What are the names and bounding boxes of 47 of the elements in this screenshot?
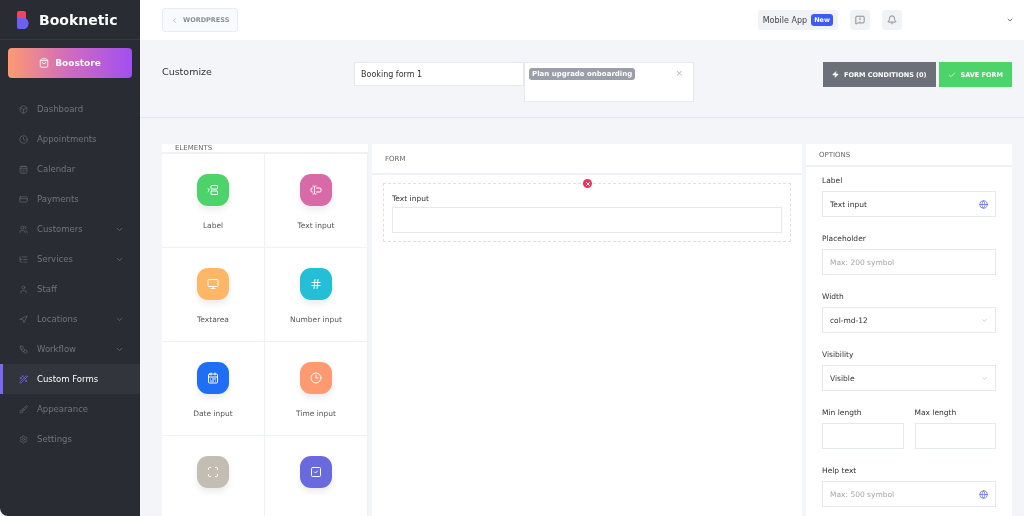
sidebar-item[interactable]: Appearance xyxy=(0,394,140,424)
sidebar-item[interactable]: Dashboard xyxy=(0,94,140,124)
boostore-button[interactable]: Boostore xyxy=(8,48,132,78)
bell-icon xyxy=(887,15,897,25)
users-icon xyxy=(19,224,28,234)
workflow-icon xyxy=(19,344,28,354)
input-field[interactable] xyxy=(392,207,782,233)
input-field[interactable] xyxy=(914,423,996,449)
sidebar-item[interactable]: Services xyxy=(0,244,140,274)
wand-icon xyxy=(19,374,28,384)
tag-remove-button[interactable]: × xyxy=(675,68,683,78)
dropdown-icon[interactable] xyxy=(1006,16,1014,24)
sidebar-item[interactable]: Locations xyxy=(0,304,140,334)
check-icon xyxy=(947,70,956,79)
user-icon xyxy=(19,284,28,294)
sidebar-item[interactable]: Staff xyxy=(0,274,140,304)
calendar-icon xyxy=(19,164,28,174)
logo-icon xyxy=(17,10,31,29)
settings-icon xyxy=(19,434,28,444)
message-icon xyxy=(855,15,865,25)
sidebar-item[interactable]: Payments xyxy=(0,184,140,214)
list-icon xyxy=(19,254,28,264)
lightning-icon xyxy=(832,71,840,78)
globe-icon[interactable] xyxy=(979,489,988,499)
clock-icon xyxy=(19,134,28,144)
credit-card-icon xyxy=(19,194,28,204)
sidebar-item[interactable]: Appointments xyxy=(0,124,140,154)
sidebar-item[interactable]: Settings xyxy=(0,424,140,454)
chevron-left-icon xyxy=(171,16,178,24)
page-title: Customize xyxy=(162,66,213,77)
sidebar-item[interactable]: Custom Forms xyxy=(0,364,140,394)
cube-icon xyxy=(19,104,28,114)
sidebar-item[interactable]: Workflow xyxy=(0,334,140,364)
brush-icon xyxy=(19,404,28,414)
globe-icon[interactable] xyxy=(979,199,988,209)
brand-name: Booknetic xyxy=(39,11,118,28)
input-field[interactable] xyxy=(822,423,904,449)
feedback-button[interactable] xyxy=(850,10,870,30)
caret-icon xyxy=(981,374,988,382)
bag-icon xyxy=(39,58,50,68)
navigation-icon xyxy=(19,314,28,324)
sidebar-item[interactable]: Customers xyxy=(0,214,140,244)
remove-icon[interactable] xyxy=(583,179,592,188)
caret-icon xyxy=(981,316,988,324)
sidebar-item[interactable]: Calendar xyxy=(0,154,140,184)
notifications-button[interactable] xyxy=(882,10,902,30)
form-name-field[interactable]: Booking form 1 xyxy=(354,62,524,86)
